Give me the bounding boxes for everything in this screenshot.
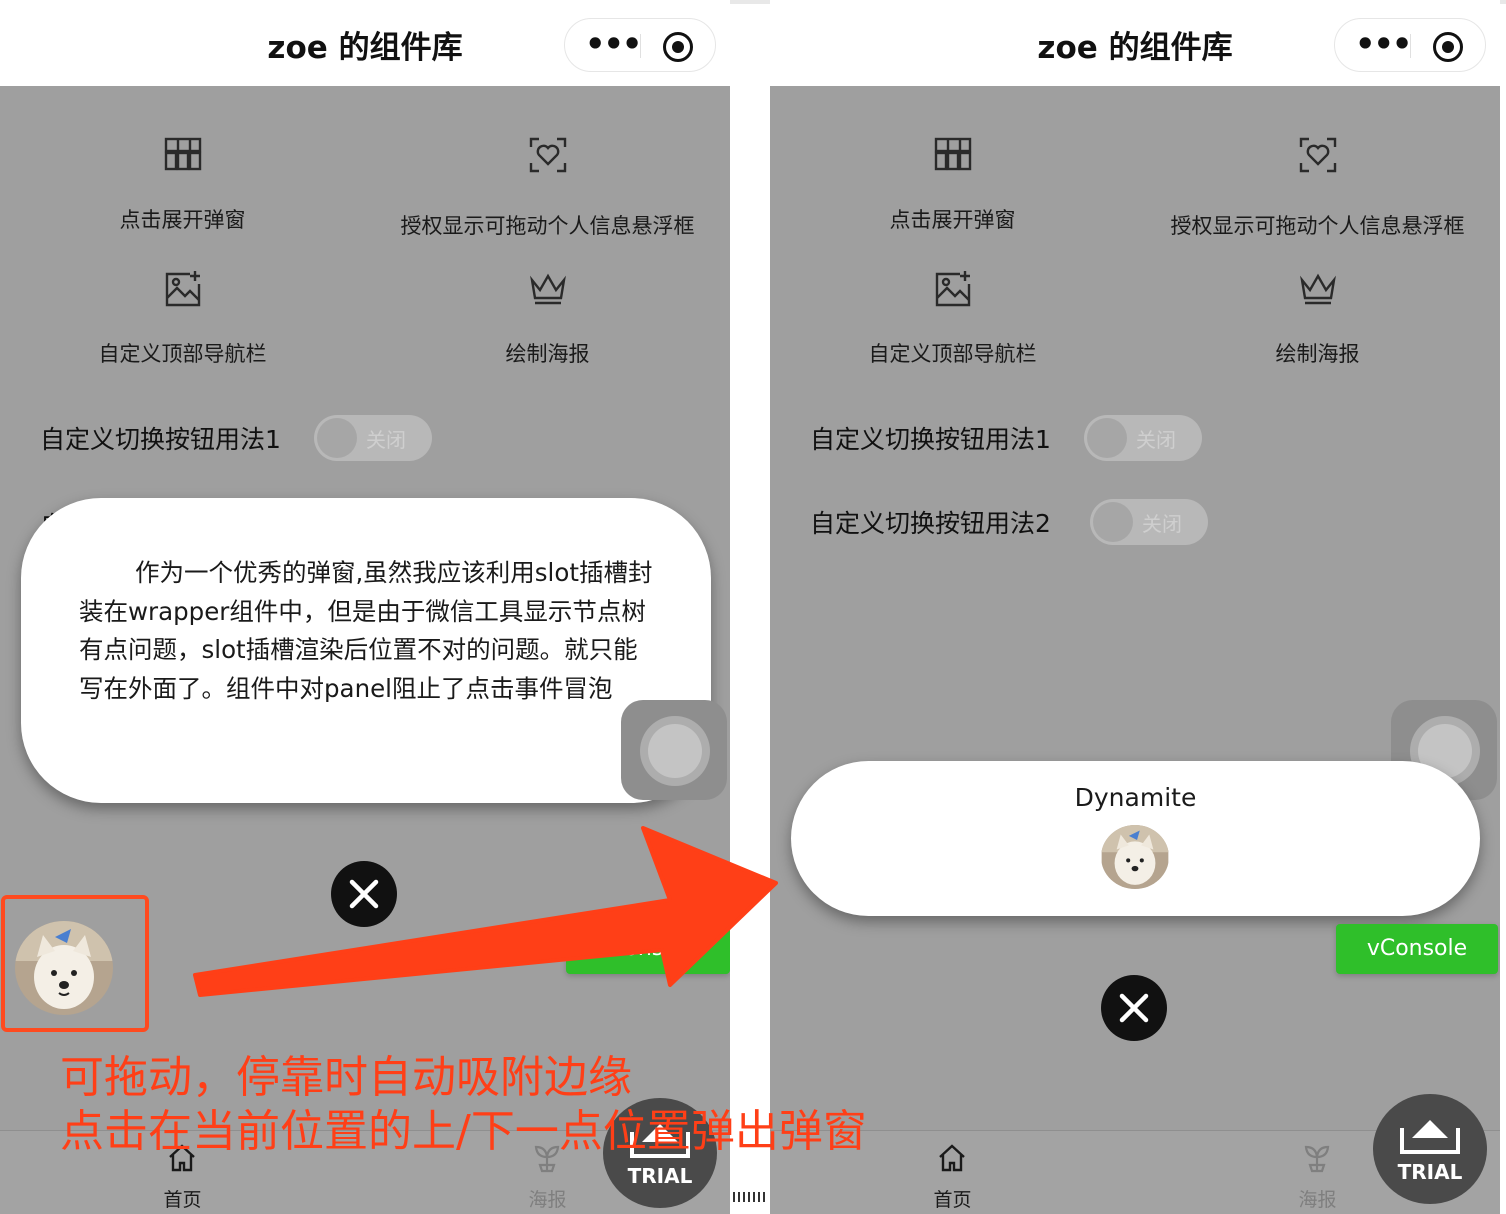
annotation-text-line1: 可拖动，停靠时自动吸附边缘 [60,1052,632,1103]
annotation-text-line2: 点击在当前位置的上/下一点位置弹出弹窗 [60,1106,867,1157]
annotation-arrow [193,826,778,997]
